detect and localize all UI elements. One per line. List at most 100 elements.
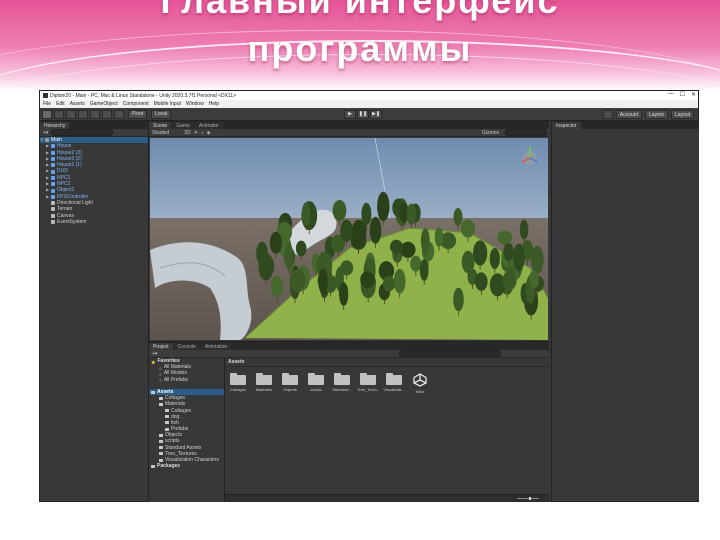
tab-animation[interactable]: Animation <box>200 343 232 350</box>
play-button[interactable]: ▶ <box>344 110 356 119</box>
rect-tool-button[interactable] <box>90 109 100 119</box>
folder-icon <box>159 433 163 437</box>
search-filter-icon: ⌕ <box>159 378 162 385</box>
lighting-toggle-icon[interactable]: ☀ <box>194 130 198 136</box>
asset-label: Objects <box>283 387 297 392</box>
hierarchy-search-input[interactable] <box>51 129 114 136</box>
asset-item[interactable]: Visualizati... <box>383 373 405 394</box>
unity-scene-icon <box>45 138 49 143</box>
menu-item-assets[interactable]: Assets <box>70 101 85 107</box>
prefab-cube-icon <box>51 169 55 174</box>
gameobject-icon <box>51 207 55 212</box>
tree <box>295 240 307 257</box>
tree <box>461 250 475 274</box>
pause-button[interactable]: ❚❚ <box>357 110 369 119</box>
scene-search-input[interactable] <box>505 129 547 136</box>
project-panel: Project Console Animation +▾ ★ Favorites ⌕… <box>149 341 549 502</box>
tree <box>453 208 463 226</box>
layers-dropdown[interactable]: Layers <box>644 110 668 119</box>
asset-item[interactable]: Materials <box>254 373 274 394</box>
add-plus-icon[interactable]: +▾ <box>43 130 48 136</box>
create-plus-icon[interactable]: +▾ <box>152 351 157 357</box>
tree <box>393 268 406 294</box>
menu-item-file[interactable]: File <box>43 101 51 107</box>
menu-bar: File Edit Assets GameObject Component Mobile … <box>40 100 698 108</box>
tree <box>361 202 372 226</box>
rotate-tool-button[interactable] <box>66 109 76 119</box>
asset-item[interactable]: Cottages <box>228 373 248 394</box>
asset-item[interactable]: scripts <box>306 373 326 394</box>
tree <box>453 287 464 312</box>
project-tree-label: Packages <box>157 463 181 470</box>
prefab-cube-icon <box>51 150 55 155</box>
hierarchy-item[interactable]: EventSystem <box>40 219 148 225</box>
step-button[interactable]: ▶❚ <box>370 110 382 119</box>
breadcrumb: Assets <box>225 358 549 367</box>
menu-item-window[interactable]: Window <box>186 101 204 107</box>
tree <box>340 219 353 242</box>
icon-size-slider[interactable] <box>517 497 539 500</box>
window-title: Diplom20 - Main - PC, Mac & Linux Standa… <box>50 92 237 99</box>
tab-game[interactable]: Game <box>172 122 194 129</box>
audio-toggle-icon[interactable]: ♪ <box>201 130 204 136</box>
prefab-cube-icon <box>51 188 55 193</box>
folder-icon <box>151 464 155 468</box>
tree <box>502 270 517 291</box>
unity-scene-icon <box>413 373 427 387</box>
pivot-toggle[interactable]: Pivot <box>128 109 148 119</box>
asset-item[interactable]: Standard... <box>332 373 352 394</box>
prefab-cube-icon <box>51 175 55 180</box>
effects-toggle-icon[interactable]: ◈ <box>207 130 211 136</box>
tree <box>406 203 416 225</box>
menu-item-component[interactable]: Component <box>123 101 149 107</box>
transform-tool-button[interactable] <box>102 109 112 119</box>
folder-icon <box>165 415 169 419</box>
tab-animator[interactable]: Animator <box>194 122 223 129</box>
menu-item-edit[interactable]: Edit <box>56 101 65 107</box>
project-status-bar <box>225 494 549 502</box>
shading-mode-dropdown[interactable]: Shaded <box>152 130 169 136</box>
menu-item-help[interactable]: Help <box>209 101 219 107</box>
folder-icon <box>159 452 163 456</box>
expand-arrow-icon[interactable]: ▶ <box>46 194 50 200</box>
gizmos-dropdown[interactable]: Gizmos <box>482 130 499 136</box>
collab-cloud-icon[interactable] <box>602 110 613 119</box>
menu-item-mobile-input[interactable]: Mobile Input <box>154 101 181 107</box>
folder-icon <box>159 396 163 400</box>
tree <box>529 270 539 289</box>
tab-scene[interactable]: Scene <box>149 122 172 129</box>
menu-item-gameobject[interactable]: GameObject <box>90 101 118 107</box>
asset-item[interactable]: Objects <box>280 373 300 394</box>
scene-render <box>150 138 548 340</box>
local-toggle[interactable]: Local <box>151 109 172 119</box>
tree <box>332 199 347 222</box>
expand-arrow-icon[interactable]: ▼ <box>40 137 44 143</box>
project-tree-item[interactable]: Packages <box>149 463 224 469</box>
tree <box>270 275 284 298</box>
minimize-button[interactable]: — <box>668 91 674 98</box>
asset-item[interactable]: Main <box>410 373 430 394</box>
tab-console[interactable]: Console <box>173 343 200 350</box>
scene-viewport[interactable] <box>150 138 548 340</box>
account-dropdown[interactable]: Account <box>615 110 642 119</box>
tree <box>400 241 416 258</box>
folder-icon <box>282 373 298 385</box>
tree <box>377 191 390 222</box>
close-button[interactable]: ✕ <box>691 91 696 98</box>
gameobject-icon <box>51 213 55 218</box>
project-search-input[interactable] <box>399 350 501 357</box>
tab-hierarchy[interactable]: Hierarchy <box>40 122 70 129</box>
scale-tool-button[interactable] <box>78 109 88 119</box>
tree <box>420 228 430 253</box>
layout-dropdown[interactable]: Layout <box>670 110 694 119</box>
move-tool-button[interactable] <box>54 109 64 119</box>
hand-tool-button[interactable] <box>42 109 52 119</box>
tab-project[interactable]: Project <box>149 343 173 350</box>
2d-toggle[interactable]: 2D <box>184 130 190 136</box>
asset-item[interactable]: Tree_Textu... <box>357 373 379 394</box>
asset-label: Visualizati... <box>383 387 405 392</box>
custom-tool-button[interactable] <box>114 109 124 119</box>
tree <box>419 259 429 281</box>
maximize-button[interactable]: ☐ <box>680 91 685 98</box>
tab-inspector[interactable]: Inspector <box>552 122 581 129</box>
